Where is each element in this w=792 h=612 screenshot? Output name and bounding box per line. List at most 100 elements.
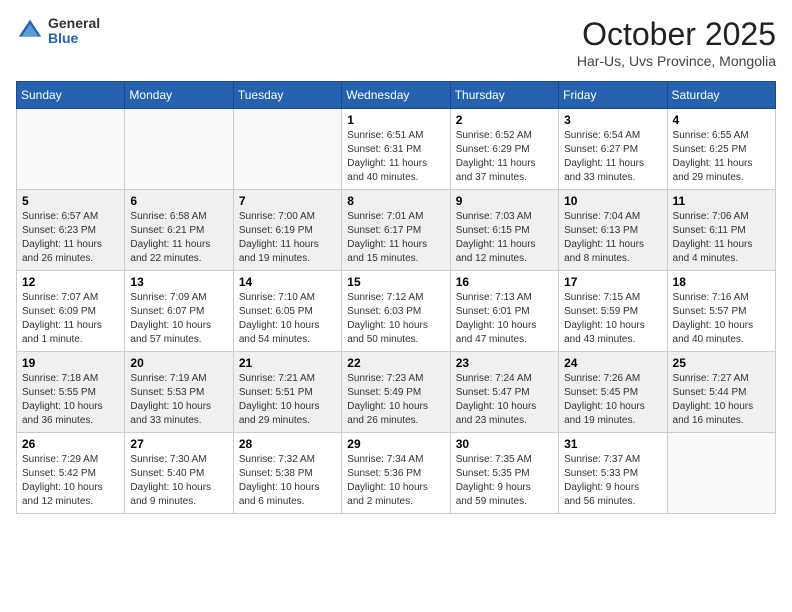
day-info: Sunrise: 7:07 AM Sunset: 6:09 PM Dayligh… bbox=[22, 291, 119, 347]
calendar-day-cell: 2Sunrise: 6:52 AM Sunset: 6:29 PM Daylig… bbox=[450, 109, 558, 190]
calendar-day-cell: 12 Sunrise: 7:07 AM Sunset: 6:09 PM Dayli… bbox=[17, 271, 125, 352]
day-number: 22 bbox=[347, 356, 444, 370]
day-info: Sunrise: 7:04 AM Sunset: 6:13 PM Dayligh… bbox=[564, 210, 661, 266]
day-number: 24 bbox=[564, 356, 661, 370]
day-info: Sunrise: 6:57 AM Sunset: 6:23 PM Dayligh… bbox=[22, 210, 119, 266]
day-number: 25 bbox=[673, 356, 770, 370]
calendar-day-cell: 27 Sunrise: 7:30 AM Sunset: 5:40 PM Dayli… bbox=[125, 433, 233, 514]
day-number: 8 bbox=[347, 194, 444, 208]
calendar-week-row: 19 Sunrise: 7:18 AM Sunset: 5:55 PM Dayli… bbox=[17, 352, 776, 433]
day-number: 30 bbox=[456, 437, 553, 451]
day-info: Sunrise: 7:19 AM Sunset: 5:53 PM Dayligh… bbox=[130, 372, 227, 428]
day-number: 6 bbox=[130, 194, 227, 208]
day-info: Sunrise: 7:27 AM Sunset: 5:44 PM Dayligh… bbox=[673, 372, 770, 428]
day-info: Sunrise: 7:18 AM Sunset: 5:55 PM Dayligh… bbox=[22, 372, 119, 428]
day-number: 17 bbox=[564, 275, 661, 289]
calendar-day-cell bbox=[125, 109, 233, 190]
calendar-day-cell: 3Sunrise: 6:54 AM Sunset: 6:27 PM Daylig… bbox=[559, 109, 667, 190]
day-info: Sunrise: 7:16 AM Sunset: 5:57 PM Dayligh… bbox=[673, 291, 770, 347]
weekday-header: Sunday bbox=[17, 82, 125, 109]
day-number: 31 bbox=[564, 437, 661, 451]
logo-text: General Blue bbox=[48, 16, 100, 47]
calendar-day-cell bbox=[233, 109, 341, 190]
day-info: Sunrise: 7:26 AM Sunset: 5:45 PM Dayligh… bbox=[564, 372, 661, 428]
day-number: 15 bbox=[347, 275, 444, 289]
calendar-day-cell: 18Sunrise: 7:16 AM Sunset: 5:57 PM Dayli… bbox=[667, 271, 775, 352]
calendar-day-cell: 20Sunrise: 7:19 AM Sunset: 5:53 PM Dayli… bbox=[125, 352, 233, 433]
weekday-header: Monday bbox=[125, 82, 233, 109]
day-number: 14 bbox=[239, 275, 336, 289]
calendar-day-cell bbox=[667, 433, 775, 514]
day-info: Sunrise: 7:06 AM Sunset: 6:11 PM Dayligh… bbox=[673, 210, 770, 266]
calendar-day-cell: 29Sunrise: 7:34 AM Sunset: 5:36 PM Dayli… bbox=[342, 433, 450, 514]
calendar-week-row: 5 Sunrise: 6:57 AM Sunset: 6:23 PM Daylig… bbox=[17, 190, 776, 271]
day-info: Sunrise: 7:15 AM Sunset: 5:59 PM Dayligh… bbox=[564, 291, 661, 347]
day-number: 11 bbox=[673, 194, 770, 208]
day-info: Sunrise: 6:51 AM Sunset: 6:31 PM Dayligh… bbox=[347, 129, 444, 185]
logo-blue-text: Blue bbox=[48, 31, 100, 46]
weekday-header: Friday bbox=[559, 82, 667, 109]
day-info: Sunrise: 6:55 AM Sunset: 6:25 PM Dayligh… bbox=[673, 129, 770, 185]
day-number: 29 bbox=[347, 437, 444, 451]
day-info: Sunrise: 7:35 AM Sunset: 5:35 PM Dayligh… bbox=[456, 453, 553, 509]
day-info: Sunrise: 7:13 AM Sunset: 6:01 PM Dayligh… bbox=[456, 291, 553, 347]
logo-icon bbox=[16, 17, 44, 45]
day-info: Sunrise: 7:30 AM Sunset: 5:40 PM Dayligh… bbox=[130, 453, 227, 509]
logo-general-text: General bbox=[48, 16, 100, 31]
day-number: 10 bbox=[564, 194, 661, 208]
weekday-header: Wednesday bbox=[342, 82, 450, 109]
day-number: 19 bbox=[22, 356, 119, 370]
day-info: Sunrise: 7:37 AM Sunset: 5:33 PM Dayligh… bbox=[564, 453, 661, 509]
calendar-day-cell: 5 Sunrise: 6:57 AM Sunset: 6:23 PM Daylig… bbox=[17, 190, 125, 271]
calendar-day-cell: 25 Sunrise: 7:27 AM Sunset: 5:44 PM Dayli… bbox=[667, 352, 775, 433]
title-area: October 2025 Har-Us, Uvs Province, Mongo… bbox=[577, 16, 776, 69]
calendar-day-cell: 9Sunrise: 7:03 AM Sunset: 6:15 PM Daylig… bbox=[450, 190, 558, 271]
calendar-day-cell: 8 Sunrise: 7:01 AM Sunset: 6:17 PM Daylig… bbox=[342, 190, 450, 271]
day-info: Sunrise: 7:24 AM Sunset: 5:47 PM Dayligh… bbox=[456, 372, 553, 428]
calendar-day-cell: 19 Sunrise: 7:18 AM Sunset: 5:55 PM Dayli… bbox=[17, 352, 125, 433]
calendar-day-cell: 28Sunrise: 7:32 AM Sunset: 5:38 PM Dayli… bbox=[233, 433, 341, 514]
location-text: Har-Us, Uvs Province, Mongolia bbox=[577, 53, 776, 69]
day-number: 1 bbox=[347, 113, 444, 127]
calendar-day-cell: 11 Sunrise: 7:06 AM Sunset: 6:11 PM Dayli… bbox=[667, 190, 775, 271]
day-info: Sunrise: 6:54 AM Sunset: 6:27 PM Dayligh… bbox=[564, 129, 661, 185]
day-number: 4 bbox=[673, 113, 770, 127]
day-number: 16 bbox=[456, 275, 553, 289]
logo: General Blue bbox=[16, 16, 100, 47]
day-number: 5 bbox=[22, 194, 119, 208]
day-number: 27 bbox=[130, 437, 227, 451]
day-info: Sunrise: 7:29 AM Sunset: 5:42 PM Dayligh… bbox=[22, 453, 119, 509]
weekday-header-row: SundayMondayTuesdayWednesdayThursdayFrid… bbox=[17, 82, 776, 109]
calendar-day-cell: 16 Sunrise: 7:13 AM Sunset: 6:01 PM Dayli… bbox=[450, 271, 558, 352]
day-number: 2 bbox=[456, 113, 553, 127]
weekday-header: Tuesday bbox=[233, 82, 341, 109]
day-number: 13 bbox=[130, 275, 227, 289]
calendar-day-cell bbox=[17, 109, 125, 190]
calendar-day-cell: 26Sunrise: 7:29 AM Sunset: 5:42 PM Dayli… bbox=[17, 433, 125, 514]
calendar-day-cell: 23Sunrise: 7:24 AM Sunset: 5:47 PM Dayli… bbox=[450, 352, 558, 433]
calendar-day-cell: 21Sunrise: 7:21 AM Sunset: 5:51 PM Dayli… bbox=[233, 352, 341, 433]
month-title: October 2025 bbox=[577, 16, 776, 53]
calendar-day-cell: 24 Sunrise: 7:26 AM Sunset: 5:45 PM Dayli… bbox=[559, 352, 667, 433]
day-info: Sunrise: 7:09 AM Sunset: 6:07 PM Dayligh… bbox=[130, 291, 227, 347]
calendar-day-cell: 7Sunrise: 7:00 AM Sunset: 6:19 PM Daylig… bbox=[233, 190, 341, 271]
calendar-week-row: 12 Sunrise: 7:07 AM Sunset: 6:09 PM Dayli… bbox=[17, 271, 776, 352]
calendar-week-row: 1 Sunrise: 6:51 AM Sunset: 6:31 PM Daylig… bbox=[17, 109, 776, 190]
calendar-day-cell: 4 Sunrise: 6:55 AM Sunset: 6:25 PM Daylig… bbox=[667, 109, 775, 190]
calendar-day-cell: 13 Sunrise: 7:09 AM Sunset: 6:07 PM Dayli… bbox=[125, 271, 233, 352]
weekday-header: Thursday bbox=[450, 82, 558, 109]
day-number: 12 bbox=[22, 275, 119, 289]
day-info: Sunrise: 7:03 AM Sunset: 6:15 PM Dayligh… bbox=[456, 210, 553, 266]
calendar-day-cell: 22 Sunrise: 7:23 AM Sunset: 5:49 PM Dayli… bbox=[342, 352, 450, 433]
day-info: Sunrise: 7:00 AM Sunset: 6:19 PM Dayligh… bbox=[239, 210, 336, 266]
day-info: Sunrise: 7:23 AM Sunset: 5:49 PM Dayligh… bbox=[347, 372, 444, 428]
calendar-table: SundayMondayTuesdayWednesdayThursdayFrid… bbox=[16, 81, 776, 514]
calendar-day-cell: 1 Sunrise: 6:51 AM Sunset: 6:31 PM Daylig… bbox=[342, 109, 450, 190]
day-info: Sunrise: 7:01 AM Sunset: 6:17 PM Dayligh… bbox=[347, 210, 444, 266]
weekday-header: Saturday bbox=[667, 82, 775, 109]
calendar-day-cell: 17 Sunrise: 7:15 AM Sunset: 5:59 PM Dayli… bbox=[559, 271, 667, 352]
day-info: Sunrise: 7:10 AM Sunset: 6:05 PM Dayligh… bbox=[239, 291, 336, 347]
calendar-day-cell: 6Sunrise: 6:58 AM Sunset: 6:21 PM Daylig… bbox=[125, 190, 233, 271]
calendar-day-cell: 14 Sunrise: 7:10 AM Sunset: 6:05 PM Dayli… bbox=[233, 271, 341, 352]
day-number: 21 bbox=[239, 356, 336, 370]
